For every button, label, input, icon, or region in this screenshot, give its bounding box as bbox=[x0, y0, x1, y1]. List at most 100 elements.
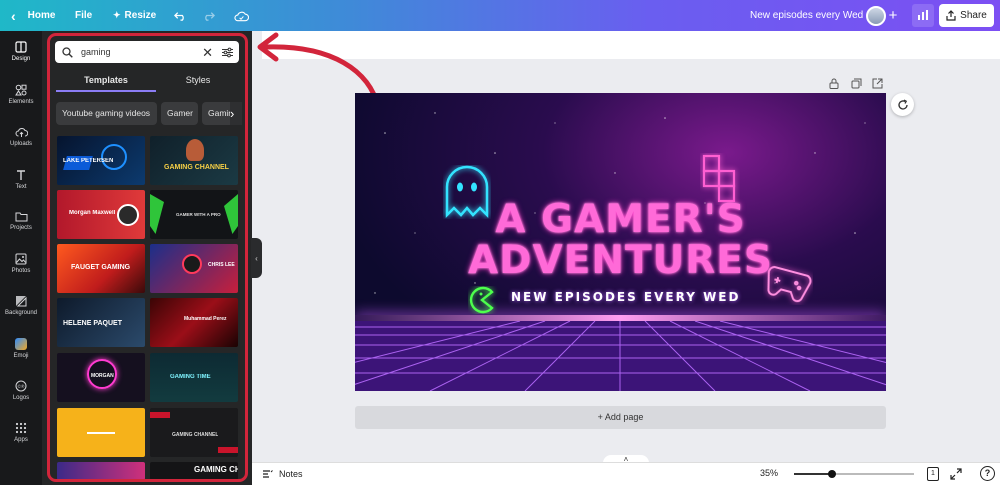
notes-button[interactable]: Notes bbox=[262, 463, 303, 485]
tab-styles-label: Styles bbox=[185, 75, 211, 85]
rotate-button[interactable] bbox=[891, 93, 914, 116]
zoom-level[interactable]: 35% bbox=[760, 468, 778, 478]
tab-templates[interactable]: Templates bbox=[56, 72, 156, 92]
template-thumbnail[interactable]: GAMING CHANNEL bbox=[150, 408, 238, 457]
chip-label: Youtube gaming videos bbox=[62, 108, 151, 118]
bar-chart-icon bbox=[918, 10, 928, 20]
page-count-button[interactable]: 1 bbox=[927, 467, 939, 481]
rail-item-uploads[interactable]: Uploads bbox=[0, 126, 42, 147]
export-icon bbox=[872, 78, 883, 89]
template-thumbnail[interactable]: GAMING TIME bbox=[150, 353, 238, 402]
background-icon bbox=[16, 296, 27, 307]
chevron-left-icon: ‹ bbox=[255, 253, 258, 263]
rail-label-background: Background bbox=[4, 310, 38, 316]
template-title: Muhammad Perez bbox=[184, 316, 227, 322]
file-label: File bbox=[75, 10, 93, 21]
rail-label-logos: Logos bbox=[12, 395, 30, 401]
share-icon bbox=[946, 10, 956, 21]
home-label: Home bbox=[27, 10, 56, 21]
rail-label-design: Design bbox=[11, 56, 31, 62]
search-input[interactable]: gaming bbox=[81, 47, 202, 57]
home-button[interactable]: ‹ Home bbox=[11, 0, 55, 31]
duplicate-page-button[interactable] bbox=[851, 76, 862, 89]
chip-youtube-gaming-videos[interactable]: Youtube gaming videos bbox=[56, 102, 157, 125]
template-thumbnail[interactable]: CHRIS LEE bbox=[150, 244, 238, 293]
panel-tabs: Templates Styles bbox=[56, 72, 240, 92]
lock-page-button[interactable] bbox=[829, 76, 840, 89]
template-thumbnail[interactable]: Muhammad Perez bbox=[150, 298, 238, 347]
collapse-panel-handle[interactable]: ‹ bbox=[251, 238, 262, 278]
rail-item-projects[interactable]: Projects bbox=[0, 211, 42, 231]
template-thumbnail[interactable]: FAUGET GAMING bbox=[57, 244, 145, 293]
template-thumbnail[interactable]: HELENE PAQUET bbox=[57, 298, 145, 347]
emoji-icon bbox=[15, 338, 27, 350]
rail-label-emoji: Emoji bbox=[13, 353, 29, 359]
pacman-icon bbox=[469, 286, 494, 314]
design-title-line1[interactable]: A GAMER'S bbox=[355, 197, 886, 242]
uploads-icon bbox=[15, 128, 28, 137]
tab-styles[interactable]: Styles bbox=[156, 72, 240, 92]
clear-search-icon[interactable]: ✕ bbox=[202, 46, 213, 59]
bottom-bar: Notes 35% 1 ? bbox=[252, 462, 1000, 485]
template-thumbnail[interactable] bbox=[57, 462, 145, 480]
rail-item-apps[interactable]: Apps bbox=[0, 422, 42, 443]
rail-item-logos[interactable]: ©® Logos bbox=[0, 380, 42, 401]
add-collaborator-button[interactable]: + bbox=[886, 0, 900, 31]
search-box[interactable]: gaming ✕ bbox=[55, 41, 239, 63]
template-thumbnail[interactable]: LAKE PETERSEN bbox=[57, 136, 145, 185]
add-page-button[interactable]: + Add page bbox=[355, 406, 886, 429]
share-button[interactable]: Share bbox=[939, 4, 994, 27]
share-label: Share bbox=[960, 10, 987, 21]
template-thumbnail[interactable]: Morgan Maxwell bbox=[57, 190, 145, 239]
chevron-left-icon: ‹ bbox=[11, 7, 16, 24]
help-icon: ? bbox=[984, 468, 991, 478]
duplicate-icon bbox=[851, 78, 862, 89]
add-page-label: + Add page bbox=[597, 412, 644, 422]
rail-item-design[interactable]: Design bbox=[0, 41, 42, 62]
design-title-line2[interactable]: ADVENTURES bbox=[355, 238, 886, 283]
design-canvas[interactable]: A GAMER'S ADVENTURES NEW EPISODES EVERY … bbox=[355, 93, 886, 391]
fullscreen-button[interactable] bbox=[950, 467, 964, 481]
design-title[interactable]: New episodes every Wed bbox=[750, 0, 863, 31]
rail-item-text[interactable]: Text bbox=[0, 169, 42, 190]
rail-item-emoji[interactable]: Emoji bbox=[0, 338, 42, 359]
template-title: FAUGET GAMING bbox=[71, 264, 131, 271]
chevron-right-icon[interactable]: › bbox=[230, 102, 242, 125]
filter-icon[interactable] bbox=[222, 47, 233, 58]
template-thumbnail[interactable]: GAMING CHANNEL bbox=[150, 136, 238, 185]
rail-item-photos[interactable]: Photos bbox=[0, 253, 42, 274]
chip-gamer[interactable]: Gamer bbox=[161, 102, 198, 125]
zoom-slider-handle[interactable] bbox=[828, 470, 836, 478]
zoom-slider-fill bbox=[794, 473, 832, 475]
insights-button[interactable] bbox=[912, 4, 934, 27]
avatar[interactable] bbox=[866, 0, 886, 31]
template-thumbnail[interactable]: MORGAN bbox=[57, 353, 145, 402]
template-title: LAKE PETERSEN bbox=[63, 158, 114, 164]
template-title: Morgan Maxwell bbox=[69, 210, 116, 216]
notes-label: Notes bbox=[279, 469, 303, 479]
rail-label-projects: Projects bbox=[10, 225, 32, 231]
tab-templates-label: Templates bbox=[84, 75, 128, 85]
template-title: GAMING CHANNEL bbox=[164, 164, 229, 171]
cloud-save-status[interactable] bbox=[232, 0, 250, 31]
resize-label: Resize bbox=[124, 10, 157, 21]
template-title: HELENE PAQUET bbox=[63, 320, 122, 327]
rail-item-background[interactable]: Background bbox=[0, 295, 42, 316]
help-button[interactable]: ? bbox=[980, 466, 995, 481]
template-thumbnail[interactable] bbox=[57, 408, 145, 457]
rail-item-elements[interactable]: Elements bbox=[0, 84, 42, 105]
resize-button[interactable]: ✦ Resize bbox=[113, 0, 156, 31]
undo-icon bbox=[173, 12, 184, 21]
template-thumbnail[interactable]: GAMER WITH A PRO bbox=[150, 190, 238, 239]
neon-grid-floor bbox=[355, 321, 886, 391]
rail-label-text: Text bbox=[15, 184, 27, 190]
template-thumbnail[interactable]: GAMING CHANNEL bbox=[150, 462, 238, 480]
design-icon bbox=[15, 41, 27, 53]
add-page-icon-button[interactable] bbox=[872, 76, 883, 89]
file-menu-button[interactable]: File bbox=[75, 0, 92, 31]
design-subtitle[interactable]: NEW EPISODES EVERY WED bbox=[511, 290, 738, 304]
zoom-slider[interactable] bbox=[794, 470, 914, 478]
redo-button[interactable] bbox=[200, 0, 216, 31]
undo-button[interactable] bbox=[172, 0, 188, 31]
rail-label-uploads: Uploads bbox=[9, 141, 32, 147]
